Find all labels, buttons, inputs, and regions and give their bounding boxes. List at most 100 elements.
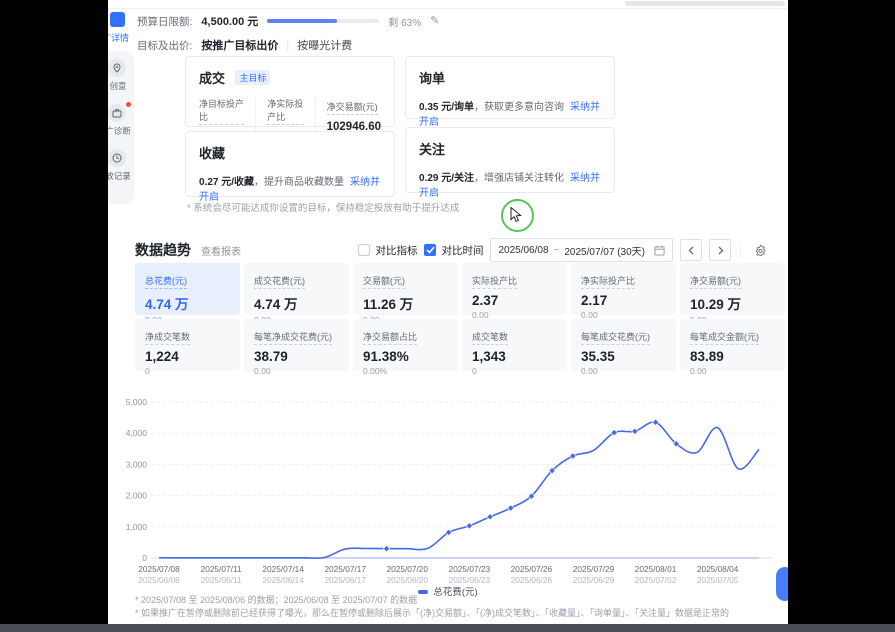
budget-row: 预算日限额: 4,500.00 元 剩 63% ✎ <box>137 13 439 29</box>
compare-time-checkbox[interactable] <box>424 244 436 256</box>
next-period-button[interactable] <box>709 239 731 261</box>
metric-label: 每笔成交花费(元) <box>581 330 650 345</box>
metric-label: 净实际投产比 <box>581 274 635 289</box>
prev-period-button[interactable] <box>680 239 702 261</box>
svg-text:2025/07/23: 2025/07/23 <box>449 564 491 574</box>
date-range-picker[interactable]: 2025/06/08 ~ 2025/07/07 (30天) <box>490 238 673 262</box>
goal-inquiry-price: 0.35 元/询单 <box>419 102 474 113</box>
chevron-right-icon <box>717 246 724 255</box>
svg-text:2025/08/04: 2025/08/04 <box>697 564 739 574</box>
svg-text:2025/07/17: 2025/07/17 <box>324 564 366 574</box>
mouse-cursor-icon <box>510 207 523 223</box>
horizontal-scrollbar[interactable] <box>625 1 785 6</box>
goal-follow-title: 关注 <box>419 139 445 158</box>
metric-cards-grid: 总花费(元)4.74 万0.00成交花费(元)4.74 万0.00交易额(元)1… <box>135 263 785 371</box>
stat-label: 净交易额(元) <box>327 100 378 115</box>
view-report-link[interactable]: 查看报表 <box>201 243 241 258</box>
svg-text:2025/07/11: 2025/07/11 <box>201 564 242 574</box>
sidebar-panel: 创意广诊断放记录 <box>108 51 134 204</box>
metric-value: 83.89 <box>690 349 775 364</box>
metric-compare-value: 0.00% <box>363 366 448 376</box>
trend-chart[interactable]: 01,0002,0003,0004,0005,0002025/07/082025… <box>125 390 785 586</box>
goal-card-favorite[interactable]: 收藏 0.27 元/收藏，提升商品收藏数量采纳并开启 <box>185 131 395 197</box>
goal-card-inquiry[interactable]: 询单 0.35 元/询单，获取更多意向咨询采纳并开启 <box>405 56 615 119</box>
metric-compare-value: 0.00 <box>254 366 339 376</box>
metric-value: 35.35 <box>581 349 666 364</box>
letterbox-left <box>0 0 108 624</box>
metric-card[interactable]: 净成交笔数1,2240 <box>135 319 240 371</box>
metric-label: 净成交笔数 <box>145 330 190 345</box>
svg-text:2,000: 2,000 <box>126 491 148 501</box>
svg-text:2025/07/08: 2025/07/08 <box>138 564 180 574</box>
svg-text:1,000: 1,000 <box>126 522 148 532</box>
sidebar-item-detail-icon[interactable] <box>110 12 125 27</box>
metric-card[interactable]: 每笔成交金额(元)83.890.00 <box>680 319 785 371</box>
svg-text:2025/07/29: 2025/07/29 <box>573 564 615 574</box>
metric-card[interactable]: 交易额(元)11.26 万0.00 <box>353 263 458 315</box>
date-separator: ~ <box>554 245 560 256</box>
chevron-left-icon <box>688 246 695 255</box>
metric-value: 2.37 <box>472 293 557 308</box>
check-icon <box>426 246 435 254</box>
compare-metric-checkbox[interactable] <box>358 244 370 256</box>
metric-card[interactable]: 每笔净成交花费(元)38.790.00 <box>244 319 349 371</box>
goal-favorite-title: 收藏 <box>199 143 225 162</box>
metric-compare-value: 0 <box>472 366 557 376</box>
date-end: 2025/07/07 (30天) <box>564 243 645 258</box>
metric-label: 成交笔数 <box>472 330 508 345</box>
metric-value: 11.26 万 <box>363 293 448 313</box>
bidding-label: 目标及出价: <box>137 38 192 53</box>
goal-inquiry-title: 询单 <box>419 68 445 87</box>
sidebar-item[interactable]: 广诊断 <box>108 104 134 137</box>
sidebar-item[interactable]: 创意 <box>108 59 134 92</box>
date-start: 2025/06/08 <box>498 245 548 256</box>
metric-label: 每笔成交金额(元) <box>690 330 759 345</box>
metric-card[interactable]: 总花费(元)4.74 万0.00 <box>135 263 240 315</box>
sidebar-item-detail-label[interactable]: 广详情 <box>108 31 134 44</box>
sidebar-item-label: 放记录 <box>108 170 131 182</box>
metric-card[interactable]: 每笔成交花费(元)35.350.00 <box>571 319 676 371</box>
footnote-line: * 如果推广在暂停或删除前已经获得了曝光，那么在暂停或删除后展示「(净)交易额」… <box>135 607 729 620</box>
metric-value: 1,343 <box>472 349 557 364</box>
goal-favorite-desc: ，提升商品收藏数量 <box>254 177 344 188</box>
main-panel: 广详情 创意广诊断放记录 预算日限额: 4,500.00 元 剩 63% ✎ 目… <box>108 0 788 624</box>
trend-header: 数据趋势 查看报表 对比指标 对比时间 2025/06/08 ~ 2025/07… <box>135 238 770 262</box>
goal-deal-title: 成交 <box>199 68 225 87</box>
metric-label: 成交花费(元) <box>254 274 305 289</box>
tab-goal-bidding[interactable]: 按推广目标出价 <box>201 37 278 53</box>
svg-text:5,000: 5,000 <box>126 397 148 407</box>
mini-sidebar: 广详情 创意广诊断放记录 <box>108 12 134 242</box>
chart-footnotes: * 2025/07/08 至 2025/08/06 的数据；2025/06/08… <box>135 594 729 619</box>
metric-card[interactable]: 净实际投产比2.170.00 <box>571 263 676 315</box>
metric-card[interactable]: 成交笔数1,3430 <box>462 319 567 371</box>
metric-label: 净交易额占比 <box>363 330 417 345</box>
main-goal-badge: 主目标 <box>235 70 270 85</box>
chart-settings-button[interactable] <box>750 240 770 260</box>
notification-dot <box>126 102 131 107</box>
metric-label: 每笔净成交花费(元) <box>254 330 332 345</box>
budget-slider[interactable] <box>267 19 379 23</box>
goal-card-follow[interactable]: 关注 0.29 元/关注，增强店铺关注转化采纳并开启 <box>405 127 615 193</box>
goal-card-deal[interactable]: 成交 主目标 净目标投产比i 2.45 ✎ 净实际投产比 2.17 净交易额(元… <box>185 56 395 127</box>
edit-budget-icon[interactable]: ✎ <box>430 16 439 27</box>
metric-card[interactable]: 实际投产比2.370.00 <box>462 263 567 315</box>
budget-remaining: 剩 63% <box>388 14 421 29</box>
metric-card[interactable]: 净交易额(元)10.29 万0.00 <box>680 263 785 315</box>
header-divider <box>108 8 788 9</box>
metric-card[interactable]: 净交易额占比91.38%0.00% <box>353 319 458 371</box>
tab-exposure-billing[interactable]: 按曝光计费 <box>297 37 352 53</box>
gear-icon <box>754 244 767 257</box>
window-bottom-strip <box>0 624 895 632</box>
sidebar-item-label: 创意 <box>109 80 126 92</box>
pin-icon <box>108 59 126 77</box>
sidebar-item[interactable]: 放记录 <box>108 149 134 182</box>
metric-card[interactable]: 成交花费(元)4.74 万0.00 <box>244 263 349 315</box>
metric-value: 4.74 万 <box>254 293 339 313</box>
svg-text:2025/07/20: 2025/07/20 <box>387 564 429 574</box>
svg-text:0: 0 <box>142 553 147 563</box>
letterbox-right <box>788 0 895 624</box>
metric-value: 4.74 万 <box>145 293 230 313</box>
controls-divider <box>740 243 741 257</box>
metric-compare-value: 0.00 <box>581 366 666 376</box>
metric-compare-value: 0 <box>145 366 230 376</box>
